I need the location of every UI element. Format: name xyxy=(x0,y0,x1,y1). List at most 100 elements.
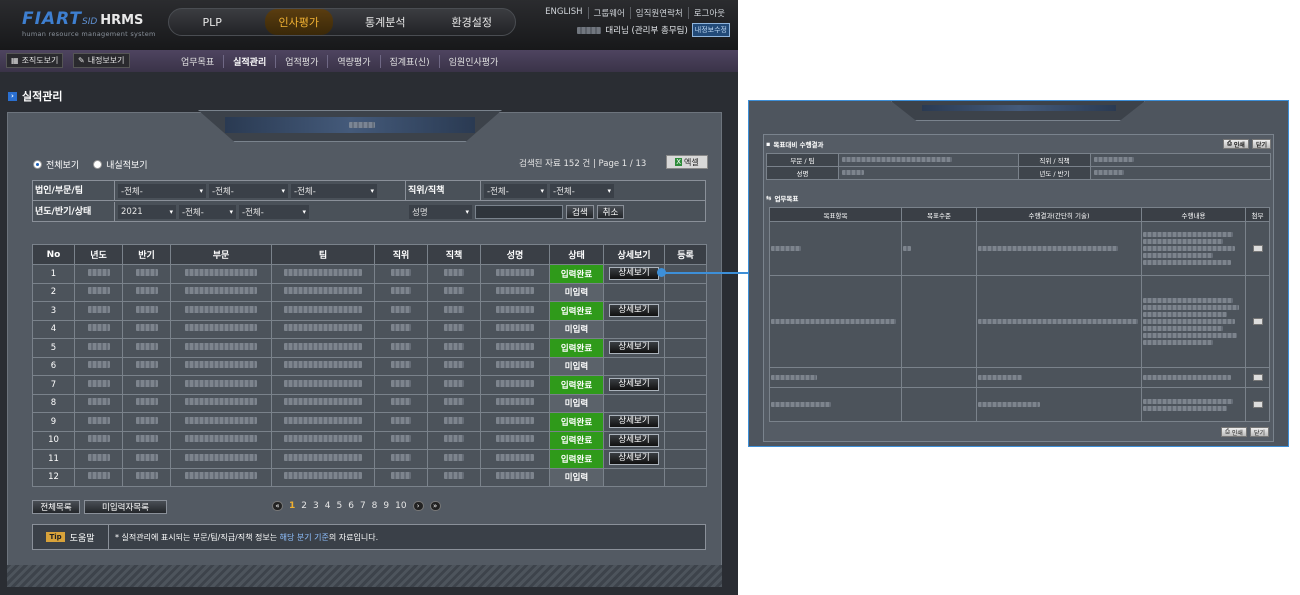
user-name-blurred xyxy=(577,26,602,34)
sub-nav-competency[interactable]: 역량평가 xyxy=(327,54,379,68)
row-number: 11 xyxy=(32,449,75,469)
row-number: 12 xyxy=(32,467,75,487)
radio-mine[interactable]: 내실적보기 xyxy=(93,158,148,171)
close-button-bottom[interactable]: 닫기 xyxy=(1249,427,1269,437)
logo[interactable]: FIARTSID HRMS human resource management … xyxy=(22,9,162,38)
select-position[interactable]: -전체- ▾ xyxy=(484,183,547,198)
objective-row xyxy=(769,367,1270,388)
blurred-cell xyxy=(135,435,158,443)
page-link[interactable]: 9 xyxy=(383,501,389,511)
sub-nav-summary[interactable]: 집계표(신) xyxy=(379,54,439,68)
page-link[interactable]: 2 xyxy=(301,501,307,511)
excel-button[interactable]: X 엑셀 xyxy=(666,155,708,169)
attachment-icon[interactable] xyxy=(1252,318,1263,325)
blurred-cell xyxy=(444,435,464,443)
link-english[interactable]: ENGLISH xyxy=(540,7,587,19)
attachment-icon[interactable] xyxy=(1252,401,1263,408)
popup-tab xyxy=(891,101,1145,121)
blurred-cell xyxy=(87,287,110,295)
sub-nav-goals[interactable]: 업무목표 xyxy=(172,55,223,68)
chevron-down-icon: ▾ xyxy=(281,186,285,195)
edit-profile-badge[interactable]: 내정보수정 xyxy=(691,23,730,37)
select-division[interactable]: -전체- ▾ xyxy=(209,183,288,198)
detail-popup: ▪ 목표대비 수행결과 ⎙ 인쇄 닫기 부문 / 팀 직위 / 직책 성명 년도 … xyxy=(748,100,1289,447)
detail-button[interactable]: 상세보기 xyxy=(609,452,659,466)
row-number: 10 xyxy=(32,430,75,450)
link-groupware[interactable]: 그룹웨어 xyxy=(587,7,630,19)
sub-nav-performance[interactable]: 실적관리 xyxy=(223,54,275,68)
page-link[interactable]: 10 xyxy=(395,501,406,511)
detail-button[interactable]: 상세보기 xyxy=(609,304,659,318)
blurred-cell xyxy=(135,287,158,295)
select-half[interactable]: -전체- ▾ xyxy=(179,205,236,219)
link-logout[interactable]: 로그아웃 xyxy=(687,7,730,19)
page-link[interactable]: 3 xyxy=(313,501,319,511)
next-page-icon[interactable]: › xyxy=(412,501,424,511)
register-cell xyxy=(664,301,707,321)
detail-button[interactable]: 상세보기 xyxy=(609,433,659,447)
blurred-cell xyxy=(391,342,411,350)
blurred-cell xyxy=(185,398,257,406)
blurred-cell xyxy=(391,361,411,369)
my-info-button[interactable]: ✎ 내정보보기 xyxy=(73,53,130,68)
page-link[interactable]: 4 xyxy=(325,501,331,511)
select-search-type[interactable]: 성명 ▾ xyxy=(409,205,472,219)
main-nav-stats[interactable]: 통계분석 xyxy=(342,14,429,30)
sub-nav-executive[interactable]: 임원인사평가 xyxy=(438,54,508,68)
radio-all[interactable]: 전체보기 xyxy=(33,158,79,171)
page-link[interactable]: 7 xyxy=(360,501,366,511)
callout-connector xyxy=(657,268,749,277)
blurred-cell xyxy=(391,324,411,332)
detail-button[interactable]: 상세보기 xyxy=(609,341,659,355)
page-link[interactable]: 6 xyxy=(348,501,354,511)
blurred-cell xyxy=(444,416,464,424)
pending-list-button[interactable]: 미입력자목록 xyxy=(84,500,167,514)
attachment-icon[interactable] xyxy=(1252,245,1263,252)
main-nav-eval[interactable]: 인사평가 xyxy=(256,9,343,35)
close-button[interactable]: 닫기 xyxy=(1251,139,1271,149)
popup-content: ▪ 목표대비 수행결과 ⎙ 인쇄 닫기 부문 / 팀 직위 / 직책 성명 년도 … xyxy=(763,134,1274,442)
select-year[interactable]: 2021 ▾ xyxy=(118,205,176,219)
blurred-cell xyxy=(391,472,411,480)
page-link[interactable]: 1 xyxy=(289,501,295,511)
cancel-button[interactable]: 취소 xyxy=(596,205,625,219)
blurred-cell xyxy=(135,324,158,332)
printer-icon: ⎙ xyxy=(1227,140,1232,147)
chevron-down-icon: ▾ xyxy=(540,186,544,195)
chevron-down-icon: ▾ xyxy=(169,208,173,216)
main-nav-settings[interactable]: 환경설정 xyxy=(429,14,516,30)
search-input[interactable] xyxy=(475,205,563,219)
select-company[interactable]: -전체- ▾ xyxy=(118,183,206,198)
main-nav-plp[interactable]: PLP xyxy=(169,16,256,29)
sub-nav-achievement[interactable]: 업적평가 xyxy=(275,54,327,68)
panel-footer-band xyxy=(7,565,722,587)
blurred-cell xyxy=(391,268,411,276)
print-button[interactable]: ⎙ 인쇄 xyxy=(1223,139,1249,149)
blurred-cell xyxy=(391,453,411,461)
label-position: 직위/직책 xyxy=(405,180,481,201)
last-page-icon[interactable]: » xyxy=(429,501,441,511)
select-role[interactable]: -전체- ▾ xyxy=(550,183,614,198)
excel-icon: X xyxy=(675,158,683,166)
detail-button[interactable]: 상세보기 xyxy=(609,267,659,281)
link-contacts[interactable]: 임직원연락처 xyxy=(629,7,688,19)
detail-button[interactable]: 상세보기 xyxy=(609,378,659,392)
row-number: 3 xyxy=(32,301,75,321)
blurred-cell xyxy=(185,361,257,369)
detail-button[interactable]: 상세보기 xyxy=(609,415,659,429)
select-state[interactable]: -전체- ▾ xyxy=(239,205,309,219)
print-button-bottom[interactable]: ⎙ 인쇄 xyxy=(1221,427,1247,437)
first-page-icon[interactable]: « xyxy=(272,501,283,511)
blurred-cell xyxy=(284,435,362,443)
chevron-down-icon: ▾ xyxy=(302,208,306,216)
page-link[interactable]: 5 xyxy=(336,501,342,511)
blurred-cell xyxy=(496,398,534,406)
attachment-icon[interactable] xyxy=(1252,374,1263,381)
all-list-button[interactable]: 전체목록 xyxy=(32,500,80,514)
org-chart-button[interactable]: ▦ 조직도보기 xyxy=(6,53,64,68)
status-badge: 입력완료 xyxy=(549,412,604,432)
select-team[interactable]: -전체- ▾ xyxy=(291,183,377,198)
page-link[interactable]: 8 xyxy=(372,501,378,511)
search-button[interactable]: 검색 xyxy=(566,205,594,219)
status-badge: 미입력 xyxy=(549,282,604,302)
